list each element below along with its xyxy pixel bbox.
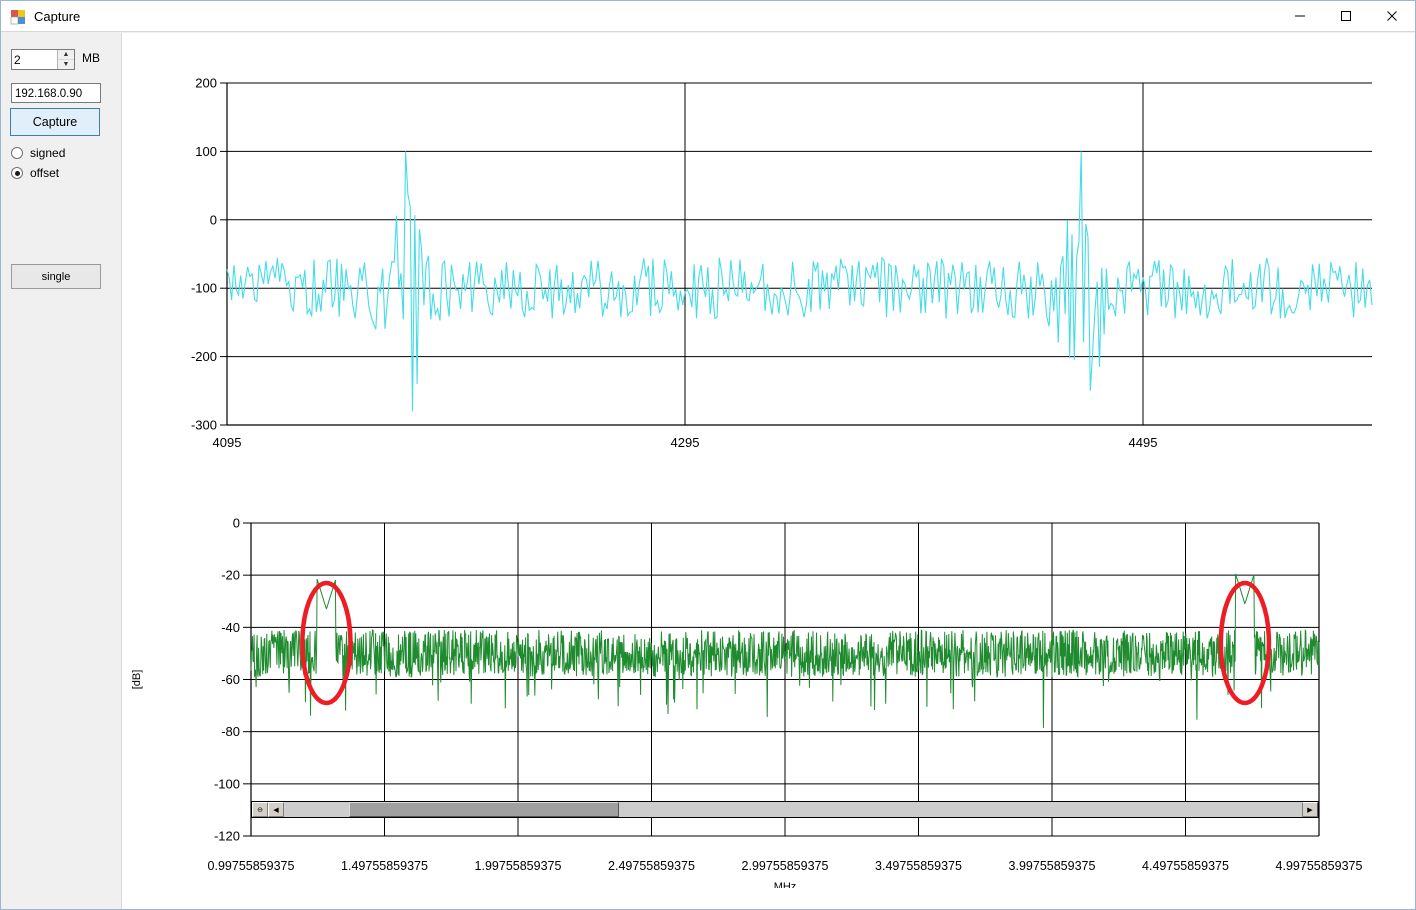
capture-window: Capture ▲ ▼ <box>0 0 1416 910</box>
scrollbar-thumb[interactable] <box>349 802 619 817</box>
close-button[interactable] <box>1369 1 1415 31</box>
maximize-button[interactable] <box>1323 1 1369 31</box>
scrollbar-left-button[interactable]: ◀ <box>268 802 284 817</box>
x-tick-label: 1.49755859375 <box>341 859 428 873</box>
spectrum-chart: 0 -20 -40 -60 -80 -100 -120 0.99755859375 1.4975… <box>131 516 1363 889</box>
y-tick-label: -80 <box>221 724 240 739</box>
single-button[interactable]: single <box>11 264 101 289</box>
zoom-out-icon: ⊖ <box>257 806 263 814</box>
radio-signed-indicator[interactable] <box>11 147 23 159</box>
x-tick-label: 2.99755859375 <box>742 859 829 873</box>
size-stepper[interactable]: ▲ ▼ <box>11 49 75 70</box>
x-tick-label: 2.49755859375 <box>608 859 695 873</box>
minimize-icon <box>1294 10 1306 22</box>
ip-address-field[interactable] <box>11 83 101 103</box>
y-tick-label: -200 <box>191 349 217 364</box>
spin-up-icon[interactable]: ▲ <box>58 50 74 60</box>
spectrum-scrollbar[interactable]: ⊖ ◀ ▶ <box>251 801 1319 818</box>
scrollbar-track[interactable] <box>284 802 1302 817</box>
radio-offset[interactable]: offset <box>11 164 59 182</box>
scrollbar-right-button[interactable]: ▶ <box>1302 802 1318 817</box>
maximize-icon <box>1340 10 1352 22</box>
scrollbar-zoom-button[interactable]: ⊖ <box>252 802 268 817</box>
x-tick-label: 4.99755859375 <box>1276 859 1363 873</box>
y-tick-label: 0 <box>210 212 217 227</box>
y-tick-label: 200 <box>195 76 217 91</box>
y-tick-label: -300 <box>191 418 217 433</box>
y-tick-label: 100 <box>195 144 217 159</box>
y-tick-label: 0 <box>233 516 240 531</box>
time-domain-chart: 200 100 0 -100 -200 -300 4095 4295 4495 <box>191 76 1373 450</box>
y-axis-title: [dB] <box>131 670 143 690</box>
window-title: Capture <box>34 9 81 24</box>
title-bar: Capture <box>1 1 1415 32</box>
x-axis-title: MHz <box>774 881 797 888</box>
size-spin-buttons[interactable]: ▲ ▼ <box>57 50 74 69</box>
time-domain-trace <box>226 151 1373 412</box>
x-tick-label: 1.99755859375 <box>475 859 562 873</box>
close-icon <box>1386 10 1398 22</box>
size-input[interactable] <box>12 50 57 69</box>
app-window-icon <box>10 9 26 25</box>
radio-offset-indicator[interactable] <box>11 167 23 179</box>
x-tick-label: 4295 <box>671 435 700 450</box>
arrow-right-icon: ▶ <box>1307 806 1313 814</box>
ip-address-input[interactable] <box>12 85 100 103</box>
y-tick-label: -100 <box>191 281 217 296</box>
x-tick-label: 3.99755859375 <box>1009 859 1096 873</box>
y-tick-label: -60 <box>221 672 240 687</box>
radio-offset-label: offset <box>30 166 60 180</box>
arrow-left-icon: ◀ <box>273 806 279 814</box>
x-tick-label: 0.99755859375 <box>208 859 295 873</box>
x-tick-label: 4.49755859375 <box>1142 859 1229 873</box>
x-tick-label: 3.49755859375 <box>875 859 962 873</box>
radio-signed-label: signed <box>30 146 66 160</box>
x-tick-label: 4495 <box>1129 435 1158 450</box>
plot-pane: 200 100 0 -100 -200 -300 4095 4295 4495 0 -20 -40 -… <box>121 33 1415 909</box>
size-unit-label: MB <box>82 51 100 65</box>
y-tick-label: -20 <box>221 568 240 583</box>
radio-signed[interactable]: signed <box>11 144 65 162</box>
y-tick-label: -40 <box>221 620 240 635</box>
capture-button[interactable]: Capture <box>10 108 100 136</box>
x-tick-label: 4095 <box>213 435 242 450</box>
spin-down-icon[interactable]: ▼ <box>58 60 74 69</box>
y-tick-label: -100 <box>214 776 240 791</box>
minimize-button[interactable] <box>1277 1 1323 31</box>
control-panel: ▲ ▼ MB Capture signed offset single <box>2 33 121 909</box>
y-tick-label: -120 <box>214 829 240 844</box>
